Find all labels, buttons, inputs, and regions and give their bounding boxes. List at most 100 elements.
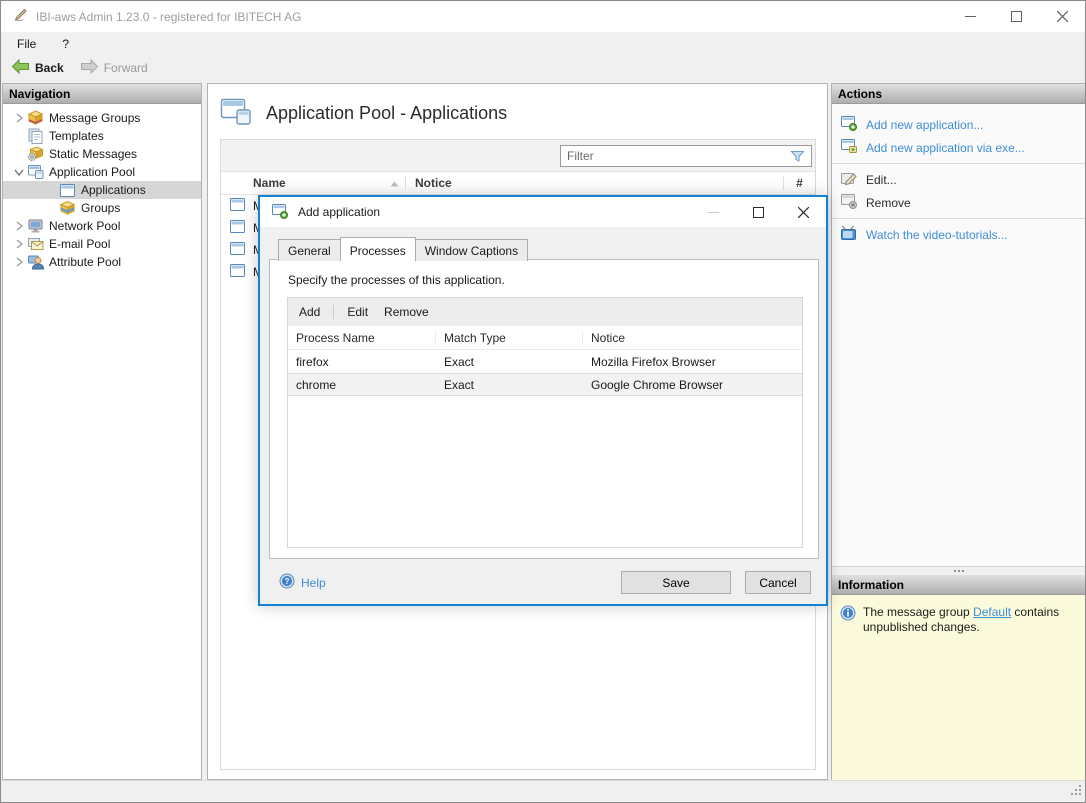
menu-help[interactable]: ? xyxy=(52,34,79,54)
email-pool-icon xyxy=(27,236,44,252)
navigation-panel: Navigation Message Groups Templates Stat… xyxy=(2,83,202,780)
application-window-icon xyxy=(229,219,246,237)
applications-icon xyxy=(59,182,76,198)
cancel-button[interactable]: Cancel xyxy=(745,571,811,594)
video-tutorials-icon xyxy=(840,225,858,244)
chevron-right-icon[interactable] xyxy=(11,239,27,249)
forward-button[interactable]: Forward xyxy=(74,57,154,79)
filter-funnel-icon[interactable] xyxy=(784,150,811,163)
close-icon[interactable] xyxy=(1039,1,1085,32)
actions-header: Actions xyxy=(832,84,1085,104)
application-window-icon xyxy=(229,241,246,259)
sidebar-item-email-pool[interactable]: E-mail Pool xyxy=(3,235,201,253)
minimize-icon[interactable] xyxy=(947,1,993,32)
information-header: Information xyxy=(832,575,1085,595)
help-link[interactable]: ? Help xyxy=(279,573,326,592)
sidebar-item-groups[interactable]: Groups xyxy=(3,199,201,217)
panel-splitter-handle[interactable] xyxy=(832,566,1085,575)
processes-toolbar: Add Edit Remove xyxy=(288,298,802,326)
window-title: IBI-aws Admin 1.23.0 - registered for IB… xyxy=(36,9,302,24)
dialog-minimize-icon xyxy=(691,197,736,227)
back-button[interactable]: Back xyxy=(5,57,70,79)
right-panel: Actions Add new application... Add new a… xyxy=(831,83,1085,780)
status-bar xyxy=(1,780,1085,802)
action-edit[interactable]: Edit... xyxy=(832,168,1085,191)
main-header: Application Pool - Applications xyxy=(208,84,827,139)
dialog-title-bar: Add application xyxy=(260,197,826,227)
svg-text:?: ? xyxy=(285,577,290,586)
column-header-count[interactable]: # xyxy=(784,176,815,190)
navigation-header: Navigation xyxy=(3,84,201,104)
templates-icon xyxy=(27,128,44,144)
application-window-icon xyxy=(229,263,246,281)
actions-separator xyxy=(832,218,1085,219)
dialog-maximize-icon[interactable] xyxy=(736,197,781,227)
processes-tab-panel: Specify the processes of this applicatio… xyxy=(269,259,819,559)
sidebar-item-message-groups[interactable]: Message Groups xyxy=(3,109,201,127)
processes-description: Specify the processes of this applicatio… xyxy=(288,273,505,287)
help-icon: ? xyxy=(279,573,295,592)
action-add-new-application[interactable]: Add new application... xyxy=(832,113,1085,136)
column-header-match-type[interactable]: Match Type xyxy=(436,330,583,345)
chevron-right-icon[interactable] xyxy=(11,113,27,123)
message-groups-icon xyxy=(27,110,44,126)
process-row-firefox[interactable]: firefox Exact Mozilla Firefox Browser xyxy=(288,350,802,373)
tab-window-captions[interactable]: Window Captions xyxy=(414,239,529,261)
sidebar-item-attribute-pool[interactable]: Attribute Pool xyxy=(3,253,201,271)
save-button[interactable]: Save xyxy=(621,571,731,594)
process-row-chrome[interactable]: chrome Exact Google Chrome Browser xyxy=(288,373,802,396)
app-icon xyxy=(11,7,28,27)
information-message: The message group Default contains unpub… xyxy=(863,605,1060,634)
tab-processes[interactable]: Processes xyxy=(339,237,416,261)
action-watch-video-tutorials[interactable]: Watch the video-tutorials... xyxy=(832,223,1085,246)
actions-separator xyxy=(832,163,1085,164)
default-message-group-link[interactable]: Default xyxy=(973,605,1011,619)
application-pool-large-icon xyxy=(220,98,252,129)
chevron-right-icon[interactable] xyxy=(11,221,27,231)
dialog-tabs: General Processes Window Captions xyxy=(278,237,529,261)
add-application-dialog-icon xyxy=(271,203,289,222)
column-header-name[interactable]: Name xyxy=(253,176,406,190)
column-header-notice[interactable]: Notice xyxy=(406,176,784,190)
menu-bar: File ? xyxy=(1,32,1085,55)
menu-file[interactable]: File xyxy=(7,34,46,54)
column-header-notice[interactable]: Notice xyxy=(583,331,802,345)
process-edit-button[interactable]: Edit xyxy=(344,303,371,321)
toolbar-separator xyxy=(333,305,335,319)
process-add-button[interactable]: Add xyxy=(296,303,323,321)
tab-general[interactable]: General xyxy=(278,239,341,261)
filter-strip xyxy=(221,140,815,172)
sidebar-item-static-messages[interactable]: Static Messages xyxy=(3,145,201,163)
filter-field xyxy=(560,145,812,167)
edit-pencil-icon xyxy=(840,170,858,189)
sidebar-item-application-pool[interactable]: Application Pool xyxy=(3,163,201,181)
application-window-icon xyxy=(229,197,246,215)
sidebar-item-templates[interactable]: Templates xyxy=(3,127,201,145)
app-window: IBI-aws Admin 1.23.0 - registered for IB… xyxy=(0,0,1086,803)
back-arrow-icon xyxy=(11,58,30,77)
sidebar-item-applications[interactable]: Applications xyxy=(3,181,201,199)
forward-arrow-icon xyxy=(80,58,99,77)
resize-grip-icon[interactable] xyxy=(1070,784,1082,799)
add-application-icon xyxy=(840,115,858,134)
info-icon xyxy=(840,605,856,770)
column-header-process-name[interactable]: Process Name xyxy=(288,330,436,345)
remove-application-icon xyxy=(840,193,858,212)
sidebar-item-network-pool[interactable]: Network Pool xyxy=(3,217,201,235)
network-pool-icon xyxy=(27,218,44,234)
table-header: Name Notice # xyxy=(221,172,815,195)
application-pool-icon xyxy=(27,164,44,180)
chevron-right-icon[interactable] xyxy=(11,257,27,267)
title-bar: IBI-aws Admin 1.23.0 - registered for IB… xyxy=(1,1,1085,32)
page-title: Application Pool - Applications xyxy=(266,103,508,123)
actions-body: Add new application... Add new applicati… xyxy=(832,104,1085,566)
maximize-icon[interactable] xyxy=(993,1,1039,32)
action-add-new-application-via-exe[interactable]: Add new application via exe... xyxy=(832,136,1085,159)
process-remove-button[interactable]: Remove xyxy=(381,303,432,321)
information-body: The message group Default contains unpub… xyxy=(832,595,1085,780)
chevron-down-icon[interactable] xyxy=(11,169,27,176)
attribute-pool-icon xyxy=(27,254,44,270)
dialog-close-icon[interactable] xyxy=(781,197,826,227)
filter-input[interactable] xyxy=(561,147,784,165)
action-remove[interactable]: Remove xyxy=(832,191,1085,214)
